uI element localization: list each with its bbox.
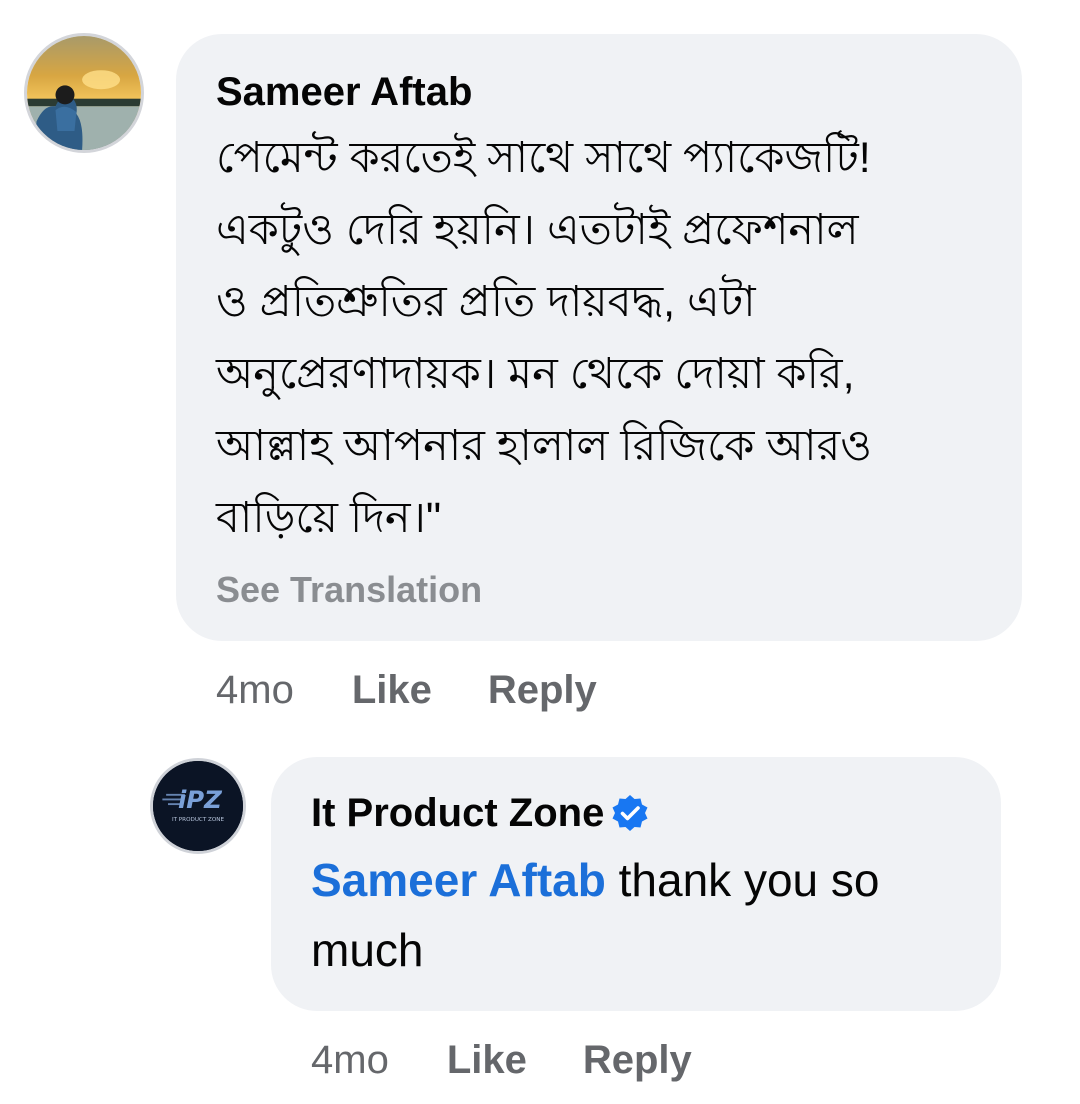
reply-actions: 4mo Like Reply	[311, 1036, 692, 1084]
reply-text-part: thank you so	[605, 854, 880, 906]
comment-timestamp[interactable]: 4mo	[216, 666, 294, 714]
reply-bubble: It Product Zone Sameer Aftab thank you s…	[271, 757, 1001, 1011]
reply-author-name[interactable]: It Product Zone	[311, 789, 604, 837]
comment-text-line: আল্লাহ আপনার হালাল রিজিকে আরও	[216, 422, 872, 470]
reply-text-line: much	[311, 924, 424, 976]
comment-author-name[interactable]: Sameer Aftab	[216, 68, 982, 116]
verified-badge-icon	[612, 795, 648, 831]
like-button[interactable]: Like	[447, 1036, 527, 1084]
avatar-photo-icon	[27, 36, 141, 150]
comment-text-line: বাড়িয়ে দিন।"	[216, 494, 442, 542]
ipz-logo-icon: iPZ IT PRODUCT ZONE	[153, 761, 243, 851]
reply-author-row: It Product Zone	[311, 789, 961, 837]
logo-subtext: IT PRODUCT ZONE	[172, 817, 225, 823]
comment-text-line: পেমেন্ট করতেই সাথে সাথে প্যাকেজটি!	[216, 134, 871, 182]
mention-link[interactable]: Sameer Aftab	[311, 854, 606, 906]
comment-text: পেমেন্ট করতেই সাথে সাথে প্যাকেজটি! একটুও…	[216, 122, 982, 554]
comment-text-line: ও প্রতিশ্রুতির প্রতি দায়বদ্ধ, এটা	[216, 278, 756, 326]
reply-button[interactable]: Reply	[488, 666, 597, 714]
see-translation-link[interactable]: See Translation	[216, 570, 482, 610]
reply-timestamp[interactable]: 4mo	[311, 1036, 389, 1084]
reply-button[interactable]: Reply	[583, 1036, 692, 1084]
reply-text-line: Sameer Aftab thank you so	[311, 845, 961, 915]
reply-text: Sameer Aftab thank you so much	[311, 845, 961, 985]
logo-text: iPZ	[178, 785, 223, 814]
comment-text-line: একটুও দেরি হয়নি। এতটাই প্রফেশনাল	[216, 206, 859, 254]
comment-text-line: অনুপ্রেরণাদায়ক। মন থেকে দোয়া করি,	[216, 350, 855, 398]
comment-actions: 4mo Like Reply	[216, 666, 597, 714]
like-button[interactable]: Like	[352, 666, 432, 714]
page-avatar[interactable]: iPZ IT PRODUCT ZONE	[150, 758, 246, 854]
commenter-avatar[interactable]	[24, 33, 144, 153]
comment-bubble: Sameer Aftab পেমেন্ট করতেই সাথে সাথে প্য…	[176, 34, 1022, 641]
